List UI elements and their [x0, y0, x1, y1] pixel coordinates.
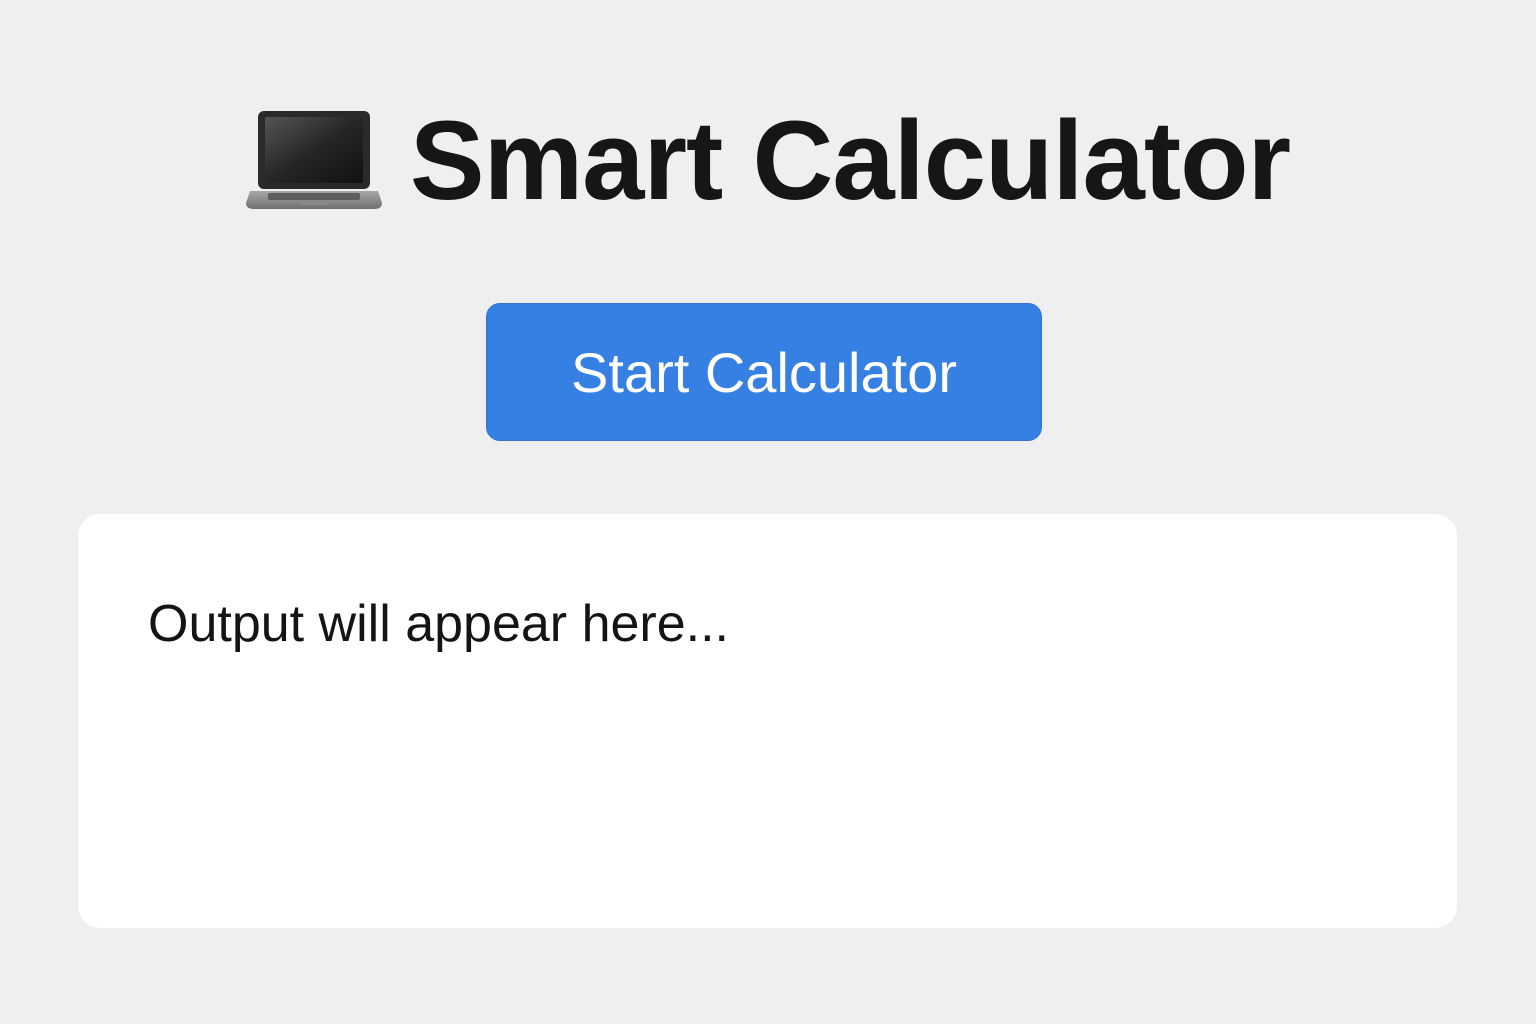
calculator-page: Smart Calculator Start Calculator Output… [0, 0, 1536, 1024]
page-title: Smart Calculator [409, 98, 1291, 223]
start-calculator-button[interactable]: Start Calculator [486, 303, 1042, 441]
laptop-icon [245, 109, 382, 213]
output-panel: Output will appear here... [78, 514, 1457, 928]
output-text: Output will appear here... [148, 595, 729, 653]
header: Smart Calculator [0, 96, 1536, 226]
